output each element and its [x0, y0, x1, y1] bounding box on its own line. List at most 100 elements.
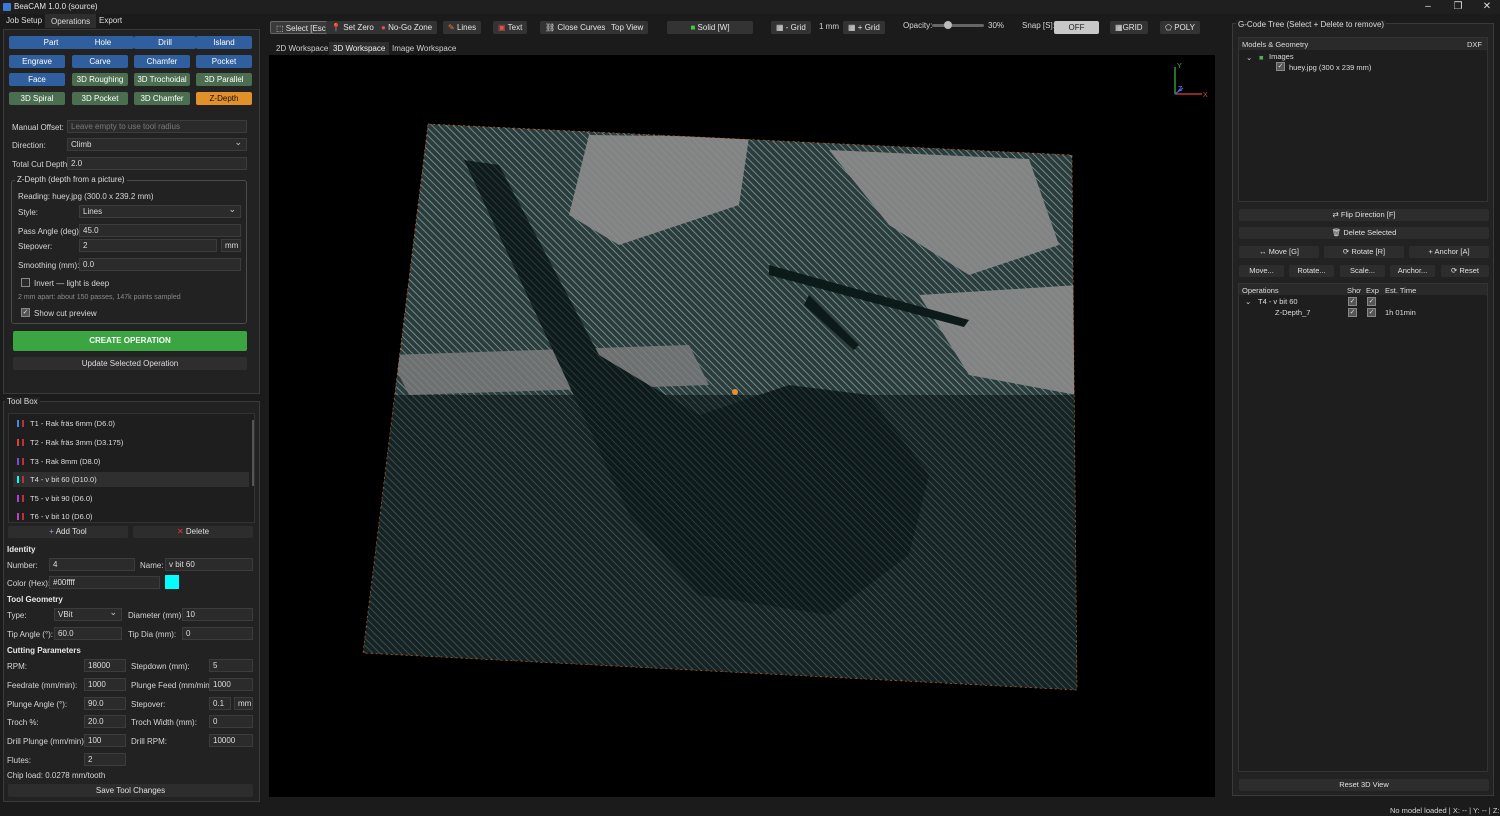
op-pocket-button[interactable]: Pocket	[196, 55, 252, 68]
troch-input[interactable]: 20.0	[84, 715, 126, 728]
total-depth-input[interactable]: 2.0	[67, 157, 247, 170]
cut-stepover-unit[interactable]: mm	[234, 697, 253, 710]
rotate-dialog-button[interactable]: Rotate...	[1289, 265, 1334, 277]
chevron-down-icon[interactable]: ⌄	[1246, 53, 1252, 62]
invert-checkbox[interactable]	[21, 278, 30, 287]
tool-item-t1[interactable]: T1 - Rak fräs 6mm (D6.0)	[13, 416, 249, 431]
select-button[interactable]: ⬚ Select [Esc]	[270, 21, 335, 34]
tip-angle-input[interactable]: 60.0	[54, 627, 122, 640]
cut-stepover-input[interactable]: 0.1	[209, 697, 231, 710]
close-curves-button[interactable]: ⛓ Close Curves	[540, 21, 611, 34]
op-3d-spiral-button[interactable]: 3D Spiral	[9, 92, 65, 105]
save-tool-button[interactable]: Save Tool Changes	[8, 784, 253, 797]
feedrate-input[interactable]: 1000	[84, 678, 126, 691]
plunge-feed-input[interactable]: 1000	[209, 678, 253, 691]
tab-job-setup[interactable]: Job Setup	[6, 16, 42, 25]
plus-grid-button[interactable]: ▦ + Grid	[843, 21, 885, 34]
rpm-input[interactable]: 18000	[84, 659, 126, 672]
op-3d-pocket-button[interactable]: 3D Pocket	[72, 92, 128, 105]
move-g-button[interactable]: ↔ Move [G]	[1239, 246, 1319, 258]
direction-select[interactable]: Climb	[67, 138, 247, 151]
minus-grid-button[interactable]: ▦ - Grid	[771, 21, 811, 34]
images-node[interactable]: Images	[1269, 52, 1294, 61]
drill-rpm-input[interactable]: 10000	[209, 734, 253, 747]
op-hole-button[interactable]: Hole	[72, 36, 134, 49]
scale-dialog-button[interactable]: Scale...	[1340, 265, 1385, 277]
chevron-down-icon[interactable]: ⌄	[1245, 297, 1251, 306]
tool-item-t2[interactable]: T2 - Rak fräs 3mm (D3.175)	[13, 435, 249, 450]
op-z-depth-button[interactable]: Z-Depth	[196, 92, 252, 105]
op-chamfer-button[interactable]: Chamfer	[134, 55, 190, 68]
tool-item-t4[interactable]: T4 - v bit 60 (D10.0)	[13, 472, 249, 487]
3d-viewport[interactable]: Y Z X	[269, 55, 1215, 797]
tool-item-t6[interactable]: T6 - v bit 10 (D6.0)	[13, 509, 249, 521]
op-child-show-checkbox[interactable]: ✓	[1348, 308, 1357, 317]
op-parent-node[interactable]: T4 - v bit 60	[1258, 297, 1298, 306]
type-select[interactable]: VBit	[54, 608, 122, 621]
stepover-input[interactable]: 2	[79, 239, 217, 252]
plunge-angle-input[interactable]: 90.0	[84, 697, 126, 710]
color-input[interactable]: #00ffff	[49, 576, 160, 589]
flutes-input[interactable]: 2	[84, 753, 126, 766]
text-button[interactable]: ▣ Text	[493, 21, 528, 34]
reset-button[interactable]: ⟳ Reset	[1441, 265, 1489, 277]
op-face-button[interactable]: Face	[9, 73, 65, 86]
lines-button[interactable]: ✎ Lines	[443, 21, 482, 34]
tab-2d-workspace[interactable]: 2D Workspace	[272, 42, 332, 55]
troch-width-input[interactable]: 0	[209, 715, 253, 728]
tab-image-workspace[interactable]: Image Workspace	[388, 42, 460, 55]
grid-toggle-button[interactable]: ▦GRID	[1110, 21, 1148, 34]
update-operation-button[interactable]: Update Selected Operation	[13, 357, 247, 370]
tool-list-scrollbar[interactable]	[252, 420, 254, 486]
poly-button[interactable]: ⬠ POLY	[1160, 21, 1200, 34]
op-3d-parallel-button[interactable]: 3D Parallel	[196, 73, 252, 86]
number-input[interactable]: 4	[49, 558, 135, 571]
create-operation-button[interactable]: CREATE OPERATION	[13, 331, 247, 351]
op-carve-button[interactable]: Carve	[72, 55, 128, 68]
op-parent-show-checkbox[interactable]: ✓	[1348, 297, 1357, 306]
op-3d-trochoidal-button[interactable]: 3D Trochoidal	[134, 73, 190, 86]
tool-item-t5[interactable]: T5 - v bit 90 (D6.0)	[13, 491, 249, 506]
op-3d-chamfer-button[interactable]: 3D Chamfer	[134, 92, 190, 105]
op-parent-exp-checkbox[interactable]: ✓	[1367, 297, 1376, 306]
tool-item-t3[interactable]: T3 - Rak 8mm (D8.0)	[13, 454, 249, 469]
move-dialog-button[interactable]: Move...	[1239, 265, 1284, 277]
minimize-icon[interactable]: –	[1418, 1, 1438, 12]
close-icon[interactable]: ✕	[1477, 1, 1497, 12]
opacity-slider[interactable]	[932, 21, 984, 29]
no-go-zone-button[interactable]: ● No-Go Zone	[376, 21, 438, 34]
solid-button[interactable]: ■ Solid [W]	[667, 21, 753, 34]
image-visible-checkbox[interactable]: ✓	[1276, 62, 1285, 71]
image-file-node[interactable]: huey.jpg (300 x 239 mm)	[1289, 63, 1371, 72]
op-island-button[interactable]: Island	[196, 36, 252, 49]
tip-dia-input[interactable]: 0	[182, 627, 253, 640]
tab-export[interactable]: Export	[99, 16, 122, 25]
reset-3d-view-button[interactable]: Reset 3D View	[1239, 779, 1489, 791]
pass-angle-input[interactable]: 45.0	[79, 224, 241, 237]
stepdown-input[interactable]: 5	[209, 659, 253, 672]
set-zero-button[interactable]: 📍 Set Zero	[326, 21, 379, 34]
manual-offset-input[interactable]: Leave empty to use tool radius	[67, 120, 247, 133]
delete-tool-button[interactable]: ✕ Delete	[133, 526, 253, 538]
op-drill-button[interactable]: Drill	[134, 36, 196, 49]
tab-operations[interactable]: Operations	[45, 14, 97, 28]
op-3d-roughing-button[interactable]: 3D Roughing	[72, 73, 128, 86]
diameter-input[interactable]: 10	[182, 608, 253, 621]
op-child-exp-checkbox[interactable]: ✓	[1367, 308, 1376, 317]
stepover-unit[interactable]: mm	[221, 239, 241, 252]
smoothing-input[interactable]: 0.0	[79, 258, 241, 271]
maximize-icon[interactable]: ❐	[1448, 1, 1468, 12]
top-view-button[interactable]: Top View	[606, 21, 649, 34]
op-child-node[interactable]: Z-Depth_7	[1275, 308, 1310, 317]
opacity-slider-knob[interactable]	[943, 21, 952, 29]
3d-scene[interactable]: Y Z X	[269, 55, 1215, 797]
tab-3d-workspace[interactable]: 3D Workspace	[329, 42, 390, 55]
drill-plunge-input[interactable]: 100	[84, 734, 126, 747]
add-tool-button[interactable]: + Add Tool	[8, 526, 128, 538]
show-preview-checkbox[interactable]: ✓	[21, 308, 30, 317]
name-input[interactable]: v bit 60	[165, 558, 253, 571]
style-select[interactable]: Lines	[79, 205, 241, 218]
flip-direction-button[interactable]: ⇄ Flip Direction [F]	[1239, 209, 1489, 221]
anchor-a-button[interactable]: + Anchor [A]	[1409, 246, 1489, 258]
snap-toggle[interactable]: OFF	[1054, 21, 1099, 34]
